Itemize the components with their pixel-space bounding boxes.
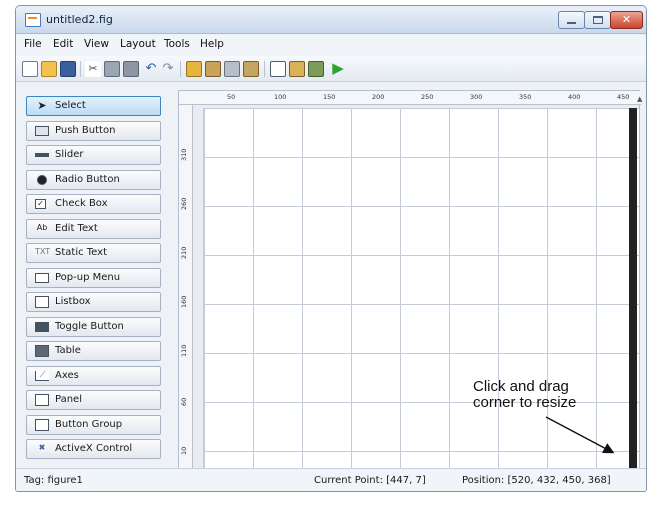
annotation-arrow — [545, 416, 615, 454]
